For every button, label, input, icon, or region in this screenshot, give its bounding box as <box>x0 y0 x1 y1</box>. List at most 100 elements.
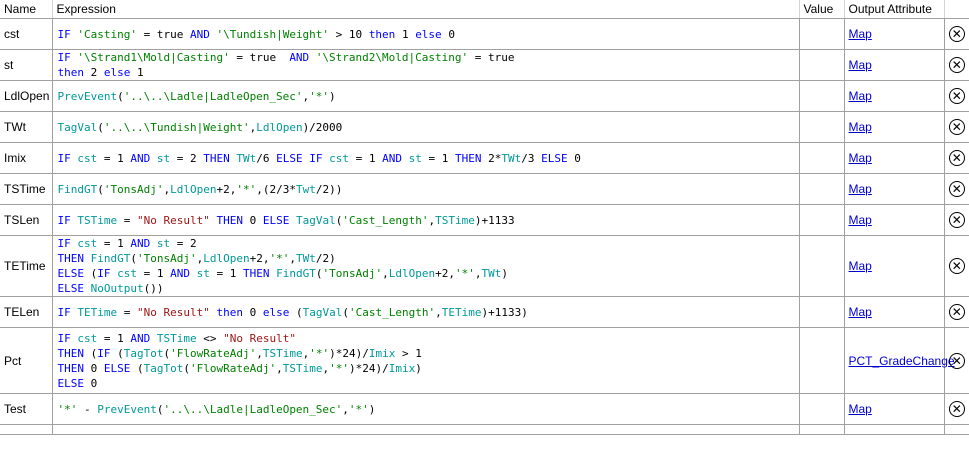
output-attribute-cell[interactable]: Map <box>843 142 945 174</box>
output-attribute-link[interactable]: Map <box>849 213 872 227</box>
expression-token: ( <box>97 120 104 134</box>
delete-cell[interactable]: ✕ <box>943 18 969 50</box>
output-attribute-cell[interactable]: Map <box>843 80 945 112</box>
name-cell[interactable]: LdlOpen <box>0 80 53 112</box>
expression-row[interactable]: TSTime FindGT('TonsAdj',LdlOpen+2,'*',(2/… <box>0 173 969 205</box>
expression-row[interactable]: TSLen IF TSTime = "No Result" THEN 0 ELSE… <box>0 204 969 236</box>
expression-row[interactable]: LdlOpen PrevEvent('..\..\Ladle|LadleOpen_… <box>0 80 969 112</box>
output-attribute-link[interactable]: PCT_GradeChange <box>849 354 955 368</box>
expression-cell[interactable]: IF TETime = "No Result" then 0 else (Tag… <box>51 296 800 328</box>
expression-cell[interactable]: IF TSTime = "No Result" THEN 0 ELSE TagV… <box>51 204 800 236</box>
value-cell[interactable] <box>798 393 845 425</box>
delete-cell[interactable]: ✕ <box>943 235 969 297</box>
expression-row[interactable]: TETime IF cst = 1 AND st = 2 THEN FindGT('… <box>0 235 969 297</box>
delete-cell[interactable]: ✕ <box>943 296 969 328</box>
output-attribute-link[interactable]: Map <box>849 305 872 319</box>
name-cell[interactable]: TSTime <box>0 173 53 205</box>
expression-cell[interactable]: IF cst = 1 AND st = 2 THEN TWt/6 ELSE IF… <box>51 142 800 174</box>
expression-cell[interactable]: IF cst = 1 AND TSTime <> "No Result" THEN… <box>51 327 800 394</box>
column-header-name[interactable]: Name <box>0 0 53 19</box>
value-cell[interactable] <box>798 173 845 205</box>
output-attribute-cell[interactable]: Map <box>843 296 945 328</box>
expression-token: ) <box>329 89 336 103</box>
expression-cell[interactable]: '*' - PrevEvent('..\..\Ladle|LadleOpen_S… <box>51 393 800 425</box>
expression-row[interactable]: st IF '\Strand1\Mold|Casting' = true AND … <box>0 49 969 81</box>
delete-cell[interactable]: ✕ <box>943 173 969 205</box>
name-cell[interactable]: Test <box>0 393 53 425</box>
close-circle-icon[interactable]: ✕ <box>948 352 965 369</box>
value-cell[interactable] <box>798 235 845 297</box>
expression-token: '\Tundish|Weight' <box>216 27 330 41</box>
output-attribute-cell[interactable]: Map <box>843 173 945 205</box>
name-cell[interactable]: cst <box>0 18 53 50</box>
output-attribute-cell[interactable]: PCT_GradeChange <box>843 327 955 394</box>
name-cell[interactable]: Imix <box>0 142 53 174</box>
output-attribute-link[interactable]: Map <box>849 259 872 273</box>
expression-cell[interactable]: IF 'Casting' = true AND '\Tundish|Weight… <box>51 18 800 50</box>
output-attribute-cell[interactable]: Map <box>843 393 945 425</box>
expression-token: , <box>276 361 283 375</box>
close-circle-icon[interactable]: ✕ <box>948 212 965 228</box>
delete-cell[interactable]: ✕ <box>943 111 969 143</box>
expression-row[interactable]: Pct IF cst = 1 AND TSTime <> "No Result" T… <box>0 327 969 394</box>
name-cell[interactable]: TSLen <box>0 204 53 236</box>
close-circle-icon[interactable]: ✕ <box>948 26 965 42</box>
delete-cell[interactable]: ✕ <box>943 80 969 112</box>
output-attribute-cell[interactable]: Map <box>843 111 945 143</box>
delete-cell[interactable]: ✕ <box>943 49 969 81</box>
column-header-expression[interactable]: Expression <box>52 0 800 19</box>
expression-row[interactable]: cst IF 'Casting' = true AND '\Tundish|Wei… <box>0 18 969 50</box>
close-circle-icon[interactable]: ✕ <box>948 401 965 417</box>
value-cell[interactable] <box>798 296 845 328</box>
output-attribute-link[interactable]: Map <box>849 58 872 72</box>
output-attribute-link[interactable]: Map <box>849 402 872 416</box>
value-cell[interactable] <box>798 327 845 394</box>
delete-cell[interactable]: ✕ <box>943 204 969 236</box>
name-cell[interactable]: Pct <box>0 327 53 394</box>
output-attribute-cell[interactable]: Map <box>843 49 945 81</box>
close-circle-icon[interactable]: ✕ <box>948 88 965 104</box>
close-circle-icon[interactable]: ✕ <box>948 119 965 135</box>
value-cell[interactable] <box>798 80 845 112</box>
column-header-output-attribute[interactable]: Output Attribute <box>844 0 945 19</box>
name-cell[interactable]: TWt <box>0 111 53 143</box>
close-circle-icon[interactable]: ✕ <box>948 57 965 73</box>
expression-cell[interactable]: PrevEvent('..\..\Ladle|LadleOpen_Sec','*… <box>51 80 800 112</box>
value-cell[interactable] <box>798 111 845 143</box>
expression-token: cst <box>77 331 98 345</box>
output-attribute-link[interactable]: Map <box>849 120 872 134</box>
name-cell[interactable]: TELen <box>0 296 53 328</box>
output-attribute-link[interactable]: Map <box>849 151 872 165</box>
delete-cell[interactable]: ✕ <box>943 142 969 174</box>
value-cell[interactable] <box>798 142 845 174</box>
close-circle-icon[interactable]: ✕ <box>948 258 965 274</box>
delete-cell[interactable]: ✕ <box>943 393 969 425</box>
expression-row[interactable]: Imix IF cst = 1 AND st = 2 THEN TWt/6 ELS… <box>0 142 969 174</box>
close-circle-icon[interactable]: ✕ <box>948 150 965 166</box>
expression-cell[interactable]: IF '\Strand1\Mold|Casting' = true AND '\… <box>51 49 800 81</box>
expression-token: = 1 <box>97 237 131 250</box>
column-header-value[interactable]: Value <box>799 0 845 19</box>
expression-cell[interactable]: TagVal('..\..\Tundish|Weight',LdlOpen)/2… <box>51 111 800 143</box>
value-cell[interactable] <box>798 204 845 236</box>
value-cell[interactable] <box>798 18 845 50</box>
expression-token: 1 <box>401 27 416 41</box>
output-attribute-link[interactable]: Map <box>849 89 872 103</box>
expression-row[interactable]: TELen IF TETime = "No Result" then 0 else… <box>0 296 969 328</box>
output-attribute-cell[interactable]: Map <box>843 18 945 50</box>
output-attribute-cell[interactable]: Map <box>843 204 945 236</box>
expression-token: +2, <box>216 182 237 196</box>
expression-row[interactable]: TWt TagVal('..\..\Tundish|Weight',LdlOpen… <box>0 111 969 143</box>
name-cell[interactable]: st <box>0 49 53 81</box>
close-circle-icon[interactable]: ✕ <box>948 304 965 320</box>
expression-cell[interactable]: IF cst = 1 AND st = 2 THEN FindGT('TonsAd… <box>51 235 800 297</box>
output-attribute-link[interactable]: Map <box>849 182 872 196</box>
output-attribute-link[interactable]: Map <box>849 27 872 41</box>
name-cell[interactable]: TETime <box>0 235 53 297</box>
expression-row[interactable]: Test '*' - PrevEvent('..\..\Ladle|LadleOp… <box>0 393 969 425</box>
close-circle-icon[interactable]: ✕ <box>948 181 965 197</box>
output-attribute-cell[interactable]: Map <box>843 235 945 297</box>
expression-line: TagVal('..\..\Tundish|Weight',LdlOpen)/2… <box>58 120 799 135</box>
value-cell[interactable] <box>798 49 845 81</box>
expression-cell[interactable]: FindGT('TonsAdj',LdlOpen+2,'*',(2/3*Twt/… <box>51 173 800 205</box>
